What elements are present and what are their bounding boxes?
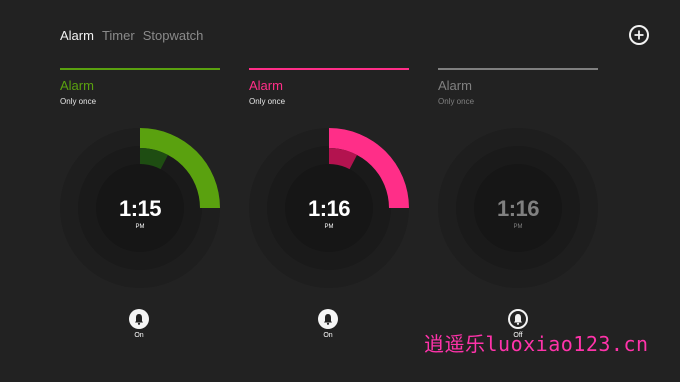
alarm-dial-3[interactable]: 1:16 PM — [438, 128, 598, 288]
alarm-dial-1[interactable]: 1:15 PM — [60, 128, 220, 288]
tab-stopwatch[interactable]: Stopwatch — [143, 28, 204, 43]
alarm-time: 1:16 — [307, 196, 351, 221]
card-accent-rule — [60, 68, 220, 70]
toggle-state-label: On — [134, 332, 144, 339]
alarm-dial-2[interactable]: 1:16 PM — [249, 128, 409, 288]
alarm-period: PM — [513, 224, 523, 230]
card-accent-rule — [249, 68, 409, 70]
add-alarm-button[interactable] — [629, 25, 649, 45]
alarm-title: Alarm — [60, 78, 94, 93]
card-accent-rule — [438, 68, 598, 70]
alarm-repeat: Only once — [60, 97, 97, 106]
alarm-toggle-1[interactable] — [129, 309, 149, 329]
alarm-toggle-3[interactable] — [508, 309, 528, 329]
alarm-period: PM — [135, 224, 145, 230]
alarm-card-2[interactable]: Alarm Only once — [249, 68, 409, 106]
bell-icon — [514, 314, 522, 325]
alarm-card-3[interactable]: Alarm Only once — [438, 68, 598, 106]
alarm-time: 1:15 — [118, 196, 162, 221]
alarm-card-1[interactable]: Alarm Only once — [60, 68, 220, 106]
alarm-period: PM — [324, 224, 334, 230]
bell-icon — [135, 314, 143, 325]
alarm-repeat: Only once — [249, 97, 286, 106]
alarm-repeat: Only once — [438, 97, 475, 106]
alarm-toggle-2[interactable] — [318, 309, 338, 329]
bell-icon — [324, 314, 332, 325]
watermark-text: 逍遥乐luoxiao123.cn — [424, 332, 649, 356]
alarm-title: Alarm — [249, 78, 283, 93]
tab-alarm[interactable]: Alarm — [60, 28, 94, 43]
alarm-title: Alarm — [438, 78, 472, 93]
alarm-time: 1:16 — [496, 196, 540, 221]
plus-icon — [634, 30, 644, 40]
toggle-state-label: On — [323, 332, 333, 339]
top-nav: Alarm Timer Stopwatch — [60, 28, 203, 43]
tab-timer[interactable]: Timer — [102, 28, 135, 43]
